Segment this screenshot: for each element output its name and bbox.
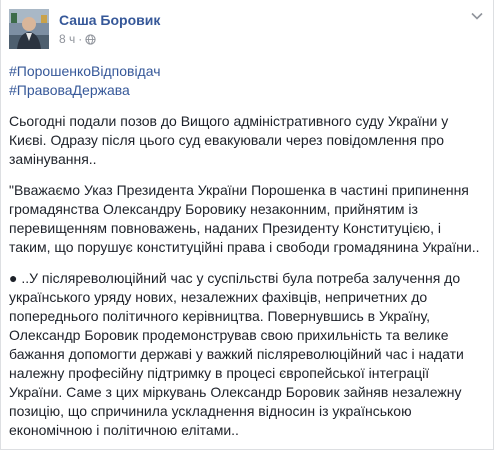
hashtag-link[interactable]: #ПравоваДержава [9,81,485,100]
post-body: #ПорошенкоВідповідач #ПравоваДержава Сьо… [9,62,485,440]
post-paragraph: ● ..У післяреволюційний час у суспільств… [9,270,464,438]
hashtag-link[interactable]: #ПорошенкоВідповідач [9,62,485,81]
chevron-down-icon[interactable] [471,12,483,20]
author-name[interactable]: Саша Боровик [59,12,160,28]
post-paragraph: Сьогодні подали позов до Вищого адмініст… [9,113,449,167]
avatar-photo [9,9,49,49]
avatar[interactable] [9,9,49,49]
globe-icon[interactable] [85,33,96,45]
post-timestamp[interactable]: 8 ч [59,32,75,46]
post-meta: 8 ч · [59,32,96,46]
post-paragraph: "Вважаємо Указ Президента України Пороше… [9,182,480,255]
facebook-post: Саша Боровик 8 ч · #ПорошенкоВідповідач … [0,0,494,450]
meta-separator: · [78,32,83,46]
